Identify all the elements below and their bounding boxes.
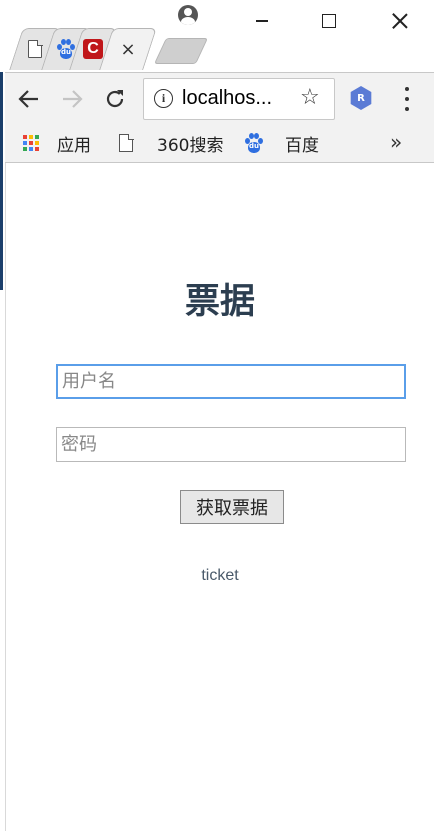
file-icon: [28, 39, 43, 58]
minimize-icon: [256, 20, 268, 22]
back-arrow-icon: [18, 90, 38, 108]
tab-active[interactable]: ×: [99, 28, 157, 70]
username-input[interactable]: [56, 364, 406, 399]
minimize-button[interactable]: [246, 6, 278, 36]
page-content: 票据 获取票据 ticket: [6, 163, 434, 831]
apps-grid-icon: [23, 135, 39, 151]
password-input[interactable]: [56, 427, 406, 462]
address-bar[interactable]: i localhos... ☆: [143, 78, 335, 120]
reload-button[interactable]: [103, 87, 127, 111]
more-bookmarks-icon[interactable]: »: [390, 130, 402, 154]
close-window-button[interactable]: [384, 6, 416, 36]
baidu-paw-icon: [243, 132, 265, 154]
browser-toolbar: i localhos... ☆ R: [5, 72, 434, 125]
bookmark-star-icon[interactable]: ☆: [300, 85, 320, 110]
forward-button[interactable]: [60, 87, 84, 111]
c-logo-icon: C: [83, 39, 103, 59]
reload-icon: [106, 90, 124, 108]
url-text: localhos...: [182, 87, 273, 109]
browser-titlebar: C ×: [0, 0, 434, 72]
back-button[interactable]: [17, 87, 41, 111]
extension-icon[interactable]: R: [349, 86, 373, 110]
bookmark-label: 应用: [57, 135, 91, 156]
bookmark-360[interactable]: 360搜索: [119, 124, 223, 162]
close-icon: [392, 13, 408, 29]
bookmark-label: 360搜索: [157, 135, 224, 156]
ticket-result: ticket: [201, 567, 239, 584]
new-tab-button[interactable]: [153, 38, 209, 64]
profile-icon[interactable]: [178, 5, 198, 25]
info-icon[interactable]: i: [154, 89, 173, 108]
file-icon: [119, 133, 134, 152]
page-title: 票据: [184, 282, 255, 322]
tab-close-icon[interactable]: ×: [120, 39, 135, 60]
maximize-button[interactable]: [313, 6, 345, 36]
bookmark-baidu[interactable]: 百度: [243, 124, 319, 162]
background-window-edge: [0, 60, 3, 290]
get-ticket-button[interactable]: 获取票据: [180, 490, 284, 524]
forward-arrow-icon: [63, 90, 83, 108]
maximize-icon: [322, 14, 336, 28]
bookmarks-bar: 应用 360搜索 百度 »: [5, 124, 434, 163]
bookmark-label: 百度: [285, 135, 319, 156]
menu-icon[interactable]: [404, 87, 410, 111]
bookmark-apps[interactable]: 应用: [23, 124, 91, 162]
